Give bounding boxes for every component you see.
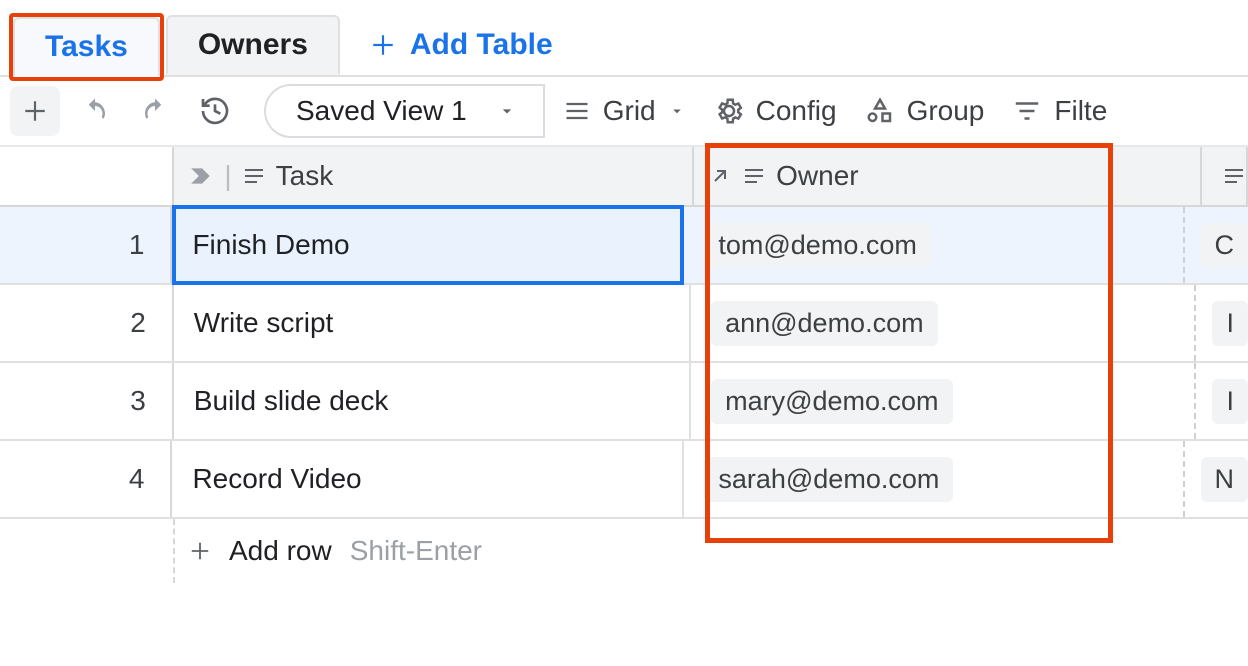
row-number: 3 <box>0 363 174 439</box>
add-row-button[interactable]: Add row Shift-Enter <box>0 519 1248 583</box>
cell-task[interactable]: Write script <box>174 285 691 361</box>
table-row[interactable]: 1 Finish Demo tom@demo.com C <box>0 207 1248 285</box>
tag-icon <box>188 163 214 189</box>
extra-chip: I <box>1212 301 1248 346</box>
row-number: 4 <box>0 441 172 517</box>
cell-extra[interactable]: I <box>1196 363 1248 439</box>
tab-tasks[interactable]: Tasks <box>13 17 160 77</box>
history-button[interactable] <box>190 86 240 136</box>
cell-task-text: Build slide deck <box>194 385 389 417</box>
cell-task[interactable]: Build slide deck <box>174 363 691 439</box>
view-type-selector[interactable]: Grid <box>555 84 696 138</box>
add-table-label: Add Table <box>410 28 553 62</box>
cell-extra[interactable]: C <box>1185 207 1248 283</box>
cell-task-text: Write script <box>194 307 334 339</box>
plus-icon <box>370 32 396 58</box>
grid-header: | Task Owner <box>0 147 1248 207</box>
text-icon <box>242 164 266 188</box>
header-rownum <box>0 147 174 205</box>
owner-chip: mary@demo.com <box>711 379 952 424</box>
owner-chip: tom@demo.com <box>704 223 930 268</box>
header-extra[interactable] <box>1202 147 1248 205</box>
extra-chip: C <box>1201 223 1248 268</box>
view-type-label: Grid <box>603 95 656 127</box>
text-icon <box>1216 164 1246 188</box>
cell-owner[interactable]: ann@demo.com <box>691 285 1196 361</box>
cell-task-text: Record Video <box>192 463 361 495</box>
undo-button[interactable] <box>70 86 120 136</box>
row-number: 2 <box>0 285 174 361</box>
group-label: Group <box>907 95 985 127</box>
cell-task-text: Finish Demo <box>192 229 349 261</box>
tab-owners-label: Owners <box>198 28 308 62</box>
tab-tasks-label: Tasks <box>45 30 128 64</box>
header-owner[interactable]: Owner <box>694 147 1202 205</box>
chevron-down-icon <box>497 101 517 121</box>
toolbar: Saved View 1 Grid Config Group Filte <box>0 77 1248 147</box>
extra-chip: N <box>1201 457 1248 502</box>
cell-extra[interactable]: I <box>1196 285 1248 361</box>
owner-chip: sarah@demo.com <box>704 457 953 502</box>
filter-button[interactable]: Filte <box>1004 84 1117 138</box>
table-row[interactable]: 4 Record Video sarah@demo.com N <box>0 441 1248 519</box>
header-task[interactable]: | Task <box>174 147 694 205</box>
cell-task[interactable]: Record Video <box>172 441 684 517</box>
text-icon <box>742 164 766 188</box>
redo-button[interactable] <box>130 86 180 136</box>
gear-icon <box>714 96 744 126</box>
saved-view-label: Saved View 1 <box>296 95 467 127</box>
row-number: 1 <box>0 207 172 283</box>
cell-owner[interactable]: tom@demo.com <box>684 207 1184 283</box>
grid-lines-icon <box>563 97 591 125</box>
config-button[interactable]: Config <box>706 84 847 138</box>
saved-view-selector[interactable]: Saved View 1 <box>264 84 545 138</box>
owner-chip: ann@demo.com <box>711 301 938 346</box>
table-row[interactable]: 3 Build slide deck mary@demo.com I <box>0 363 1248 441</box>
header-owner-label: Owner <box>776 160 858 192</box>
table-tabs: Tasks Owners Add Table <box>0 0 1248 77</box>
add-row-hint: Shift-Enter <box>350 535 482 567</box>
chevron-down-icon <box>668 102 686 120</box>
extra-chip: I <box>1212 379 1248 424</box>
cell-extra[interactable]: N <box>1185 441 1248 517</box>
header-task-label: Task <box>276 160 334 192</box>
plus-icon <box>189 540 211 562</box>
tab-owners[interactable]: Owners <box>166 15 340 75</box>
add-table-button[interactable]: Add Table <box>370 15 553 75</box>
add-button[interactable] <box>10 86 60 136</box>
table-row[interactable]: 2 Write script ann@demo.com I <box>0 285 1248 363</box>
config-label: Config <box>756 95 837 127</box>
arrow-up-right-icon <box>708 164 732 188</box>
cell-owner[interactable]: mary@demo.com <box>691 363 1196 439</box>
data-grid: | Task Owner 1 Finish Demo tom@demo.com … <box>0 147 1248 583</box>
add-row-label: Add row <box>229 535 332 567</box>
filter-icon <box>1012 96 1042 126</box>
filter-label: Filte <box>1054 95 1107 127</box>
cell-task[interactable]: Finish Demo <box>172 205 684 285</box>
group-button[interactable]: Group <box>857 84 995 138</box>
shapes-icon <box>865 96 895 126</box>
cell-owner[interactable]: sarah@demo.com <box>684 441 1184 517</box>
